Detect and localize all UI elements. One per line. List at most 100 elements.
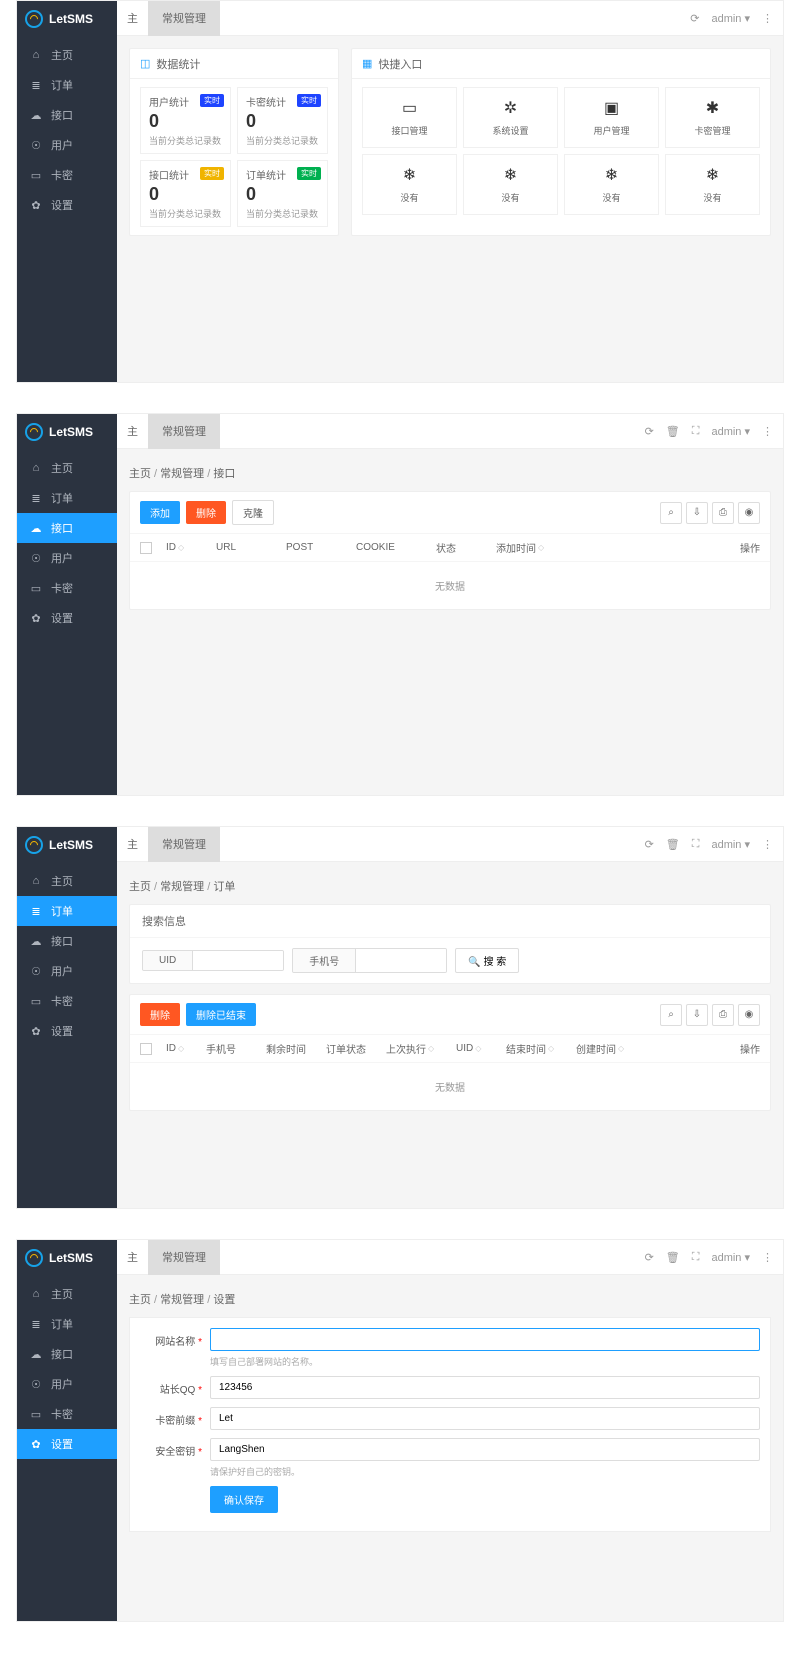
quick-label: 没有	[670, 191, 755, 204]
quick-item[interactable]: ❄没有	[362, 154, 457, 215]
user-menu[interactable]: admin ▾	[711, 425, 750, 438]
col-createtime[interactable]: 创建时间◇	[576, 1041, 646, 1056]
refresh-icon[interactable]: ⟳	[645, 425, 654, 438]
nav-home-label: 主页	[51, 873, 73, 889]
more-icon[interactable]: ⋮	[762, 838, 773, 851]
nav-users[interactable]: ☉用户	[17, 543, 117, 573]
trash-icon[interactable]: 🗑	[666, 425, 680, 438]
clone-button[interactable]: 克隆	[232, 500, 274, 525]
tab-active[interactable]: 常规管理	[148, 1240, 220, 1275]
col-id[interactable]: ID◇	[166, 542, 216, 553]
print-icon[interactable]: ⎙	[712, 1004, 734, 1026]
delete-button[interactable]: 删除	[186, 501, 226, 524]
col-id[interactable]: ID◇	[166, 1043, 206, 1054]
tools-icon[interactable]: ◉	[738, 1004, 760, 1026]
nav-api[interactable]: ☁接口	[17, 100, 117, 130]
tab-home[interactable]: 主	[117, 1, 148, 36]
trash-icon[interactable]: 🗑	[666, 838, 680, 851]
user-label: admin	[711, 426, 741, 438]
filter-icon[interactable]: ⌕	[660, 502, 682, 524]
nav-home[interactable]: ⌂主页	[17, 866, 117, 896]
tab-home[interactable]: 主	[117, 827, 148, 862]
col-endtime[interactable]: 结束时间◇	[506, 1041, 576, 1056]
crumb-home[interactable]: 主页	[129, 881, 151, 893]
save-button[interactable]: 确认保存	[210, 1486, 278, 1513]
prefix-input[interactable]	[210, 1407, 760, 1430]
nav-api-label: 接口	[51, 107, 73, 123]
quick-item[interactable]: ❄没有	[463, 154, 558, 215]
uid-input[interactable]	[193, 951, 283, 970]
crumb-home[interactable]: 主页	[129, 1294, 151, 1306]
tab-active[interactable]: 常规管理	[148, 1, 220, 36]
nav-settings[interactable]: ✿设置	[17, 1016, 117, 1046]
more-icon[interactable]: ⋮	[762, 12, 773, 25]
expand-icon[interactable]: ⛶	[692, 838, 700, 851]
nav-users[interactable]: ☉用户	[17, 1369, 117, 1399]
secret-input[interactable]	[210, 1438, 760, 1461]
quick-item[interactable]: ▣用户管理	[564, 87, 659, 148]
quick-item[interactable]: ▭接口管理	[362, 87, 457, 148]
refresh-icon[interactable]: ⟳	[645, 1251, 654, 1264]
breadcrumb: 主页 / 常规管理 / 订单	[129, 874, 771, 904]
nav-cards[interactable]: ▭卡密	[17, 986, 117, 1016]
quick-item[interactable]: ✲系统设置	[463, 87, 558, 148]
trash-icon[interactable]: 🗑	[666, 1251, 680, 1264]
tab-home[interactable]: 主	[117, 1240, 148, 1275]
crumb-mgmt[interactable]: 常规管理	[160, 881, 204, 893]
delete-button[interactable]: 删除	[140, 1003, 180, 1026]
user-menu[interactable]: admin ▾	[711, 1251, 750, 1264]
nav-api[interactable]: ☁接口	[17, 926, 117, 956]
phone-input[interactable]	[356, 949, 446, 972]
tools-icon[interactable]: ◉	[738, 502, 760, 524]
select-all-checkbox[interactable]	[140, 1043, 152, 1055]
nav-cards[interactable]: ▭卡密	[17, 1399, 117, 1429]
filter-icon[interactable]: ⌕	[660, 1004, 682, 1026]
nav-cards[interactable]: ▭卡密	[17, 160, 117, 190]
export-icon[interactable]: ⇩	[686, 502, 708, 524]
col-lastexec[interactable]: 上次执行◇	[386, 1041, 456, 1056]
nav-users[interactable]: ☉用户	[17, 956, 117, 986]
quick-item[interactable]: ❄没有	[564, 154, 659, 215]
nav-settings[interactable]: ✿设置	[17, 190, 117, 220]
nav-orders[interactable]: ≣订单	[17, 70, 117, 100]
nav-cards[interactable]: ▭卡密	[17, 573, 117, 603]
crumb-home[interactable]: 主页	[129, 468, 151, 480]
user-menu[interactable]: admin ▾	[711, 838, 750, 851]
crumb-mgmt[interactable]: 常规管理	[160, 468, 204, 480]
refresh-icon[interactable]: ⟳	[645, 838, 654, 851]
search-button[interactable]: 🔍 搜 索	[455, 948, 519, 973]
quick-item[interactable]: ✱卡密管理	[665, 87, 760, 148]
nav-settings[interactable]: ✿设置	[17, 1429, 117, 1459]
more-icon[interactable]: ⋮	[762, 425, 773, 438]
nav-api[interactable]: ☁接口	[17, 1339, 117, 1369]
sitename-input[interactable]	[210, 1328, 760, 1351]
nav-home[interactable]: ⌂主页	[17, 453, 117, 483]
nav-home[interactable]: ⌂主页	[17, 1279, 117, 1309]
col-addtime[interactable]: 添加时间◇	[496, 540, 586, 555]
expand-icon[interactable]: ⛶	[692, 425, 700, 438]
nav-api[interactable]: ☁接口	[17, 513, 117, 543]
crumb-mgmt[interactable]: 常规管理	[160, 1294, 204, 1306]
tab-active[interactable]: 常规管理	[148, 414, 220, 449]
qq-input[interactable]	[210, 1376, 760, 1399]
expand-icon[interactable]: ⛶	[692, 1251, 700, 1264]
user-menu[interactable]: admin ▾	[711, 12, 750, 25]
tab-active[interactable]: 常规管理	[148, 827, 220, 862]
select-all-checkbox[interactable]	[140, 542, 152, 554]
nav-settings[interactable]: ✿设置	[17, 603, 117, 633]
col-ostatus: 订单状态	[326, 1041, 386, 1056]
quick-item[interactable]: ❄没有	[665, 154, 760, 215]
nav-orders[interactable]: ≣订单	[17, 896, 117, 926]
col-uid[interactable]: UID◇	[456, 1043, 506, 1054]
refresh-icon[interactable]: ⟳	[690, 12, 699, 25]
print-icon[interactable]: ⎙	[712, 502, 734, 524]
nav-users[interactable]: ☉用户	[17, 130, 117, 160]
nav-orders[interactable]: ≣订单	[17, 1309, 117, 1339]
export-icon[interactable]: ⇩	[686, 1004, 708, 1026]
nav-home[interactable]: ⌂主页	[17, 40, 117, 70]
add-button[interactable]: 添加	[140, 501, 180, 524]
nav-orders[interactable]: ≣订单	[17, 483, 117, 513]
more-icon[interactable]: ⋮	[762, 1251, 773, 1264]
tab-home[interactable]: 主	[117, 414, 148, 449]
delete-finished-button[interactable]: 删除已结束	[186, 1003, 256, 1026]
